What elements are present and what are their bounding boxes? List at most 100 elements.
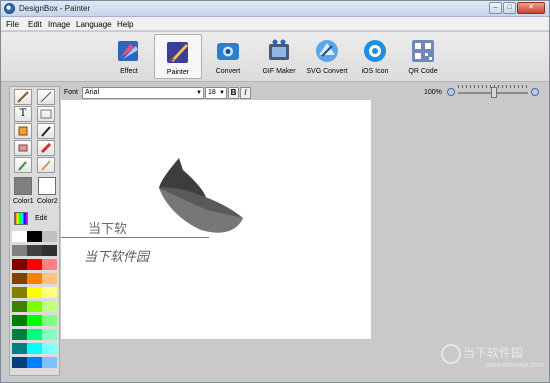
tool-effect-label: Effect <box>120 68 138 75</box>
palette-color[interactable] <box>42 329 57 340</box>
palette-color[interactable] <box>12 315 27 326</box>
tool-svg-convert[interactable]: SVG Convert <box>304 34 350 79</box>
font-family-value: Arial <box>85 89 100 96</box>
tool-panel: T Color1 Color2 Edit <box>9 86 60 376</box>
palette-color[interactable] <box>12 245 27 256</box>
close-button[interactable]: ✕ <box>517 2 545 14</box>
app-window: DesignBox - Painter – □ ✕ File Edit Imag… <box>0 0 550 383</box>
canvas-text-italic: 当下软件园 <box>84 249 150 264</box>
menu-image[interactable]: Image <box>48 20 70 29</box>
airbrush-tool[interactable] <box>37 157 55 173</box>
tool-ios-icon[interactable]: iOS Icon <box>357 34 393 79</box>
tool-painter[interactable]: Painter <box>154 34 202 79</box>
pencil-tool[interactable] <box>14 89 32 105</box>
maximize-button[interactable]: □ <box>503 2 516 14</box>
palette-color[interactable] <box>42 287 57 298</box>
line-tool[interactable] <box>37 89 55 105</box>
palette-color[interactable] <box>42 343 57 354</box>
font-size-value: 18 <box>208 89 216 96</box>
canvas-text-plain: 当下软 <box>88 221 128 236</box>
chevron-down-icon: ▼ <box>219 90 225 96</box>
text-tool[interactable]: T <box>14 106 32 122</box>
fill-tool[interactable] <box>14 123 32 139</box>
tool-gif-maker[interactable]: GIF Maker <box>256 34 302 79</box>
palette-color[interactable] <box>42 245 57 256</box>
palette-color[interactable] <box>12 287 27 298</box>
color2-swatch[interactable] <box>38 177 56 195</box>
bold-button[interactable]: B <box>228 87 239 99</box>
palette-color[interactable] <box>27 245 42 256</box>
palette-color[interactable] <box>27 287 42 298</box>
font-size-select[interactable]: 18 ▼ <box>205 87 227 99</box>
tool-gif-maker-label: GIF Maker <box>262 68 296 75</box>
brush-tool[interactable] <box>37 123 55 139</box>
tool-qr-code[interactable]: QR Code <box>403 34 443 79</box>
palette-color[interactable] <box>42 301 57 312</box>
eraser-tool[interactable] <box>14 140 32 156</box>
marker-tool[interactable] <box>37 140 55 156</box>
eraser-icon <box>18 144 28 152</box>
menu-edit[interactable]: Edit <box>28 20 42 29</box>
watermark-text: 当下软件园 <box>463 346 524 360</box>
tool-effect[interactable]: Effect <box>109 34 149 79</box>
module-toolbar: Effect Painter Convert GIF Maker SVG Con… <box>1 32 549 82</box>
title-bar: DesignBox - Painter – □ ✕ <box>1 1 549 17</box>
palette-color[interactable] <box>27 343 42 354</box>
paint-bucket-icon <box>18 126 28 136</box>
palette-color[interactable] <box>27 273 42 284</box>
watermark-logo-icon <box>441 344 461 364</box>
palette-color[interactable] <box>42 357 57 368</box>
brush-icon <box>41 126 51 137</box>
watermark-url: www.downxia.com <box>486 362 544 369</box>
palette-color[interactable] <box>42 273 57 284</box>
palette-color[interactable] <box>12 329 27 340</box>
italic-button[interactable]: I <box>240 87 251 99</box>
palette-color[interactable] <box>12 273 27 284</box>
zoom-in-icon[interactable] <box>531 88 539 96</box>
menu-language[interactable]: Language <box>76 20 112 29</box>
tool-convert[interactable]: Convert <box>207 34 249 79</box>
pencil-icon <box>17 91 29 103</box>
workspace: 当下软 当下软件园 <box>61 100 549 382</box>
drawing-canvas[interactable]: 当下软 当下软件园 <box>61 100 371 339</box>
svg-convert-icon <box>316 40 338 62</box>
tool-convert-label: Convert <box>215 68 241 75</box>
rectangle-icon <box>40 109 52 119</box>
menu-help[interactable]: Help <box>117 20 133 29</box>
color2-label: Color2 <box>37 198 58 205</box>
color-spectrum-icon[interactable] <box>14 212 28 225</box>
app-logo-icon <box>4 3 15 14</box>
minimize-button[interactable]: – <box>489 2 502 14</box>
tool-qr-code-label: QR Code <box>408 68 438 75</box>
gif-maker-icon <box>269 39 289 60</box>
rectangle-tool[interactable] <box>37 106 55 122</box>
palette-color[interactable] <box>42 315 57 326</box>
palette-color[interactable] <box>27 329 42 340</box>
palette-color[interactable] <box>12 301 27 312</box>
zoom-level: 100% <box>424 89 442 96</box>
edit-colors-label[interactable]: Edit <box>35 215 47 222</box>
palette-color[interactable] <box>12 343 27 354</box>
palette-color[interactable] <box>12 259 27 270</box>
text-format-bar: Font Arial ▼ 18 ▼ B I 100% <box>61 85 549 100</box>
palette-color[interactable] <box>42 259 57 270</box>
color1-swatch[interactable] <box>14 177 32 195</box>
palette-color[interactable] <box>12 231 27 242</box>
zoom-out-icon[interactable] <box>447 88 455 96</box>
palette-color[interactable] <box>27 231 42 242</box>
palette-color[interactable] <box>27 357 42 368</box>
menu-file[interactable]: File <box>6 20 19 29</box>
eyedropper-tool[interactable] <box>14 157 32 173</box>
airbrush-icon <box>41 160 51 171</box>
chevron-down-icon: ▼ <box>196 90 202 96</box>
palette-color[interactable] <box>27 301 42 312</box>
menu-bar: File Edit Image Language Help <box>1 17 549 31</box>
palette-color[interactable] <box>27 315 42 326</box>
palette-color[interactable] <box>12 357 27 368</box>
palette-color[interactable] <box>42 231 57 242</box>
canvas-underline <box>61 237 209 238</box>
palette-color[interactable] <box>27 259 42 270</box>
tool-svg-convert-label: SVG Convert <box>306 68 348 75</box>
font-family-select[interactable]: Arial ▼ <box>82 87 204 99</box>
zoom-slider-thumb[interactable] <box>491 87 497 98</box>
